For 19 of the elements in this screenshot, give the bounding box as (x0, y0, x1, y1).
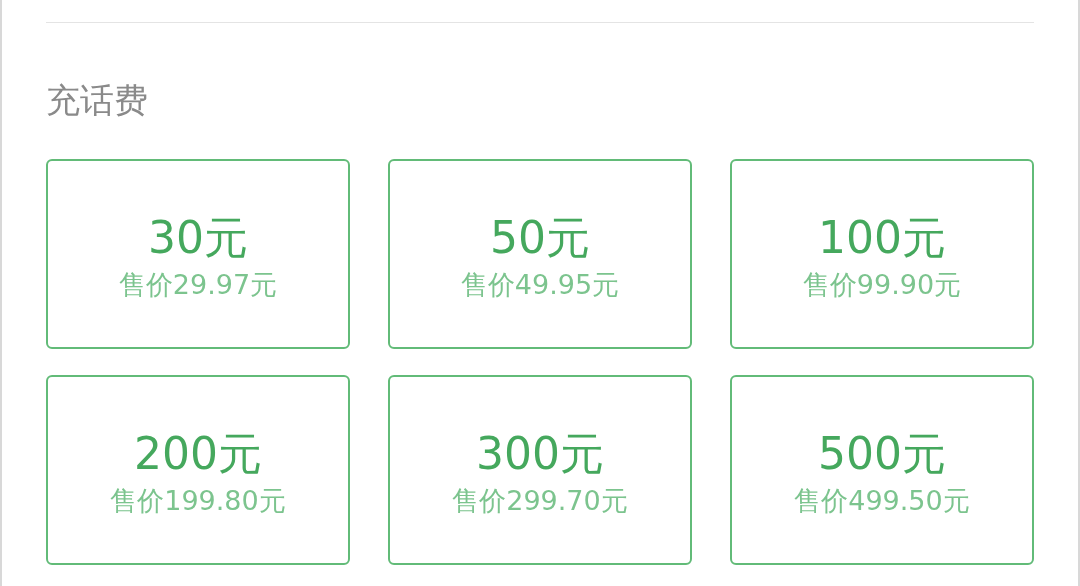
amount-label: 200元 (134, 427, 262, 481)
section-title: 充话费 (46, 79, 148, 122)
amount-label: 30元 (148, 211, 248, 265)
price-label: 售价49.95元 (460, 268, 620, 302)
recharge-option-card[interactable]: 50元 售价49.95元 (388, 159, 692, 349)
recharge-option-card[interactable]: 200元 售价199.80元 (46, 375, 350, 565)
amount-label: 50元 (490, 211, 590, 265)
price-label: 售价499.50元 (794, 484, 970, 518)
amount-label: 300元 (476, 427, 604, 481)
recharge-option-card[interactable]: 500元 售价499.50元 (730, 375, 1034, 565)
price-label: 售价299.70元 (452, 484, 628, 518)
recharge-option-card[interactable]: 30元 售价29.97元 (46, 159, 350, 349)
amount-label: 500元 (818, 427, 946, 481)
price-label: 售价199.80元 (110, 484, 286, 518)
price-label: 售价99.90元 (802, 268, 962, 302)
recharge-option-card[interactable]: 100元 售价99.90元 (730, 159, 1034, 349)
price-label: 售价29.97元 (118, 268, 278, 302)
recharge-option-card[interactable]: 300元 售价299.70元 (388, 375, 692, 565)
amount-label: 100元 (818, 211, 946, 265)
